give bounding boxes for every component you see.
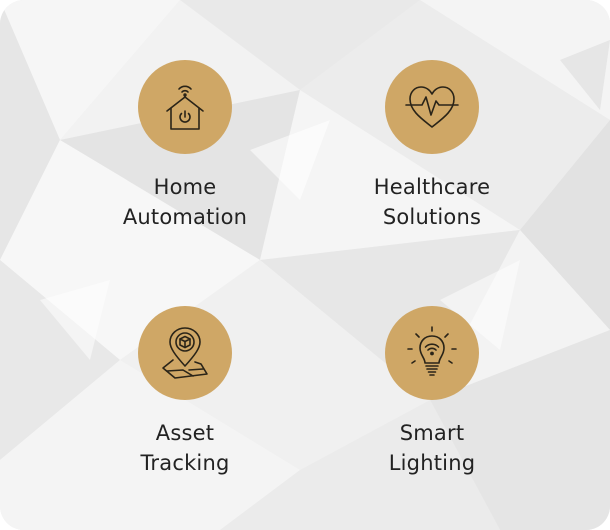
feature-card: Home Automation Healthcare Solutions Ass… xyxy=(0,0,610,530)
feature-label: Healthcare Solutions xyxy=(332,172,532,232)
heartbeat-icon xyxy=(405,86,459,128)
feature-label: Asset Tracking xyxy=(85,418,285,478)
feature-icon-circle xyxy=(385,60,479,154)
feature-smart-lighting: Smart Lighting xyxy=(332,306,532,478)
feature-label: Smart Lighting xyxy=(332,418,532,478)
smart-home-icon xyxy=(166,85,204,130)
feature-icon-circle xyxy=(138,306,232,400)
feature-label-line1: Asset xyxy=(155,421,215,445)
feature-healthcare-solutions: Healthcare Solutions xyxy=(332,60,532,232)
feature-label-line1: Home xyxy=(153,175,217,199)
feature-icon-circle xyxy=(385,306,479,400)
feature-label-line2: Lighting xyxy=(388,451,476,475)
feature-icon-circle xyxy=(138,60,232,154)
feature-label-line1: Healthcare xyxy=(373,175,491,199)
feature-home-automation: Home Automation xyxy=(85,60,285,232)
feature-label: Home Automation xyxy=(85,172,285,232)
location-pin-package-icon xyxy=(162,327,208,379)
feature-label-line2: Automation xyxy=(122,205,248,229)
feature-asset-tracking: Asset Tracking xyxy=(85,306,285,478)
smart-bulb-icon xyxy=(407,326,457,376)
feature-label-line2: Solutions xyxy=(382,205,482,229)
feature-label-line2: Tracking xyxy=(140,451,230,475)
feature-label-line1: Smart xyxy=(399,421,465,445)
